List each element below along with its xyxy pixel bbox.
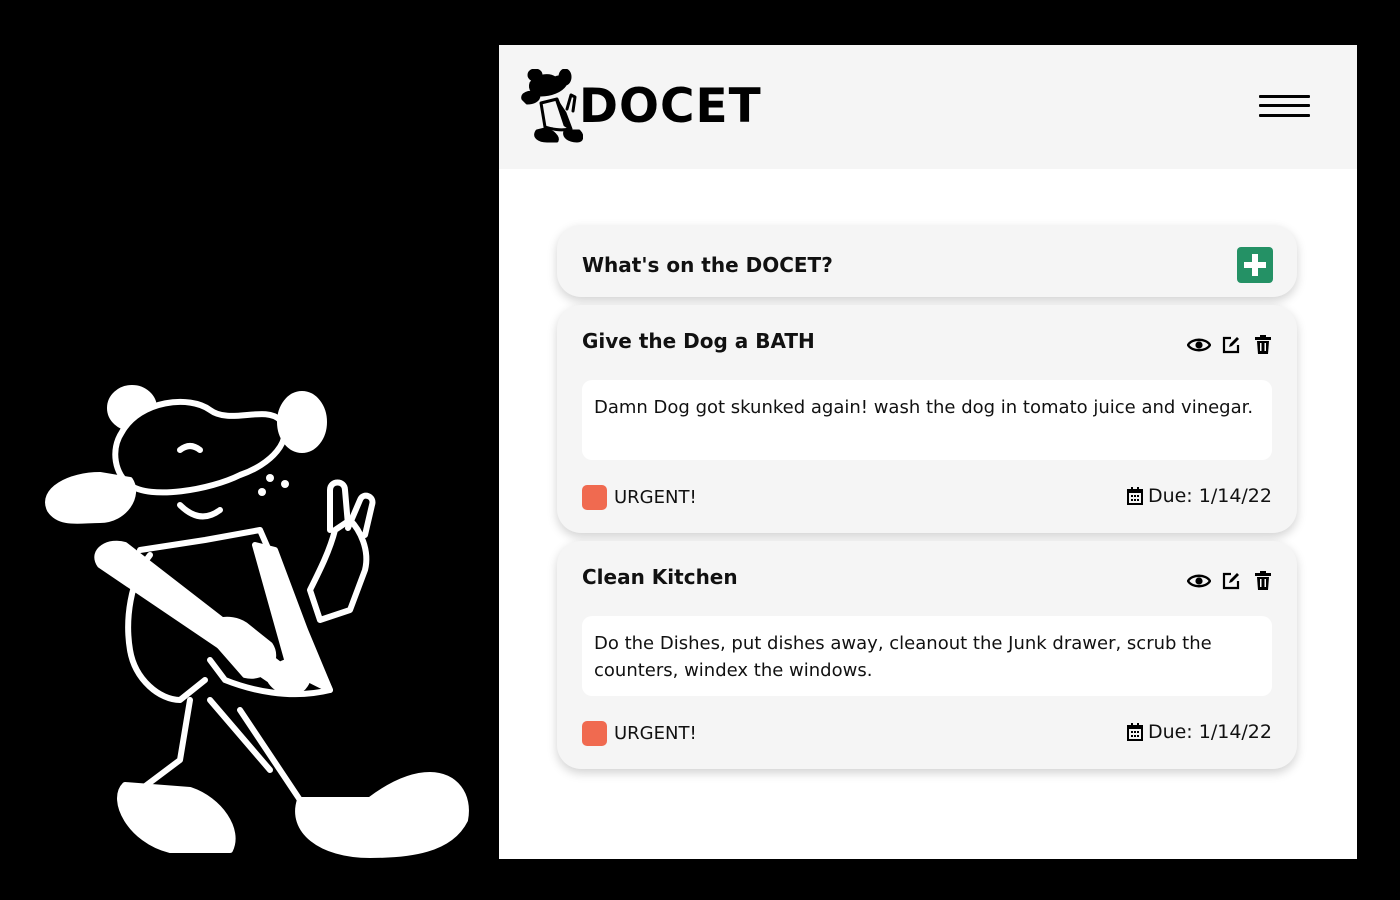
menu-bar-line: [1259, 95, 1310, 98]
task-actions: [1187, 333, 1275, 357]
task-description: Do the Dishes, put dishes away, cleanout…: [582, 616, 1272, 696]
dog-mascot-illustration: [45, 385, 469, 858]
page-title: What's on the DOCET?: [582, 253, 833, 277]
top-bar: DOCET: [499, 45, 1357, 169]
due-date: Due: 1/14/22: [1126, 721, 1272, 743]
hamburger-menu-icon[interactable]: [1259, 94, 1311, 120]
priority-indicator: URGENT!: [582, 721, 697, 746]
trash-icon[interactable]: [1251, 333, 1275, 357]
eye-icon[interactable]: [1187, 569, 1211, 593]
priority-color-swatch: [582, 485, 607, 510]
menu-bar-line: [1259, 114, 1310, 117]
task-description: Damn Dog got skunked again! wash the dog…: [582, 380, 1272, 460]
add-task-button[interactable]: [1237, 247, 1273, 283]
task-title: Give the Dog a BATH: [582, 329, 815, 353]
task-actions: [1187, 569, 1275, 593]
app-logo[interactable]: DOCET: [521, 67, 762, 145]
menu-bar-line: [1259, 104, 1310, 107]
priority-label: URGENT!: [614, 487, 697, 508]
app-window: DOCET What's on the DOCET? Give the Dog …: [499, 45, 1357, 859]
eye-icon[interactable]: [1187, 333, 1211, 357]
task-card: Clean Kitchen Do the Dishes, put dishes …: [557, 541, 1297, 769]
dog-logo-icon: [521, 69, 583, 143]
calendar-icon: [1126, 487, 1143, 505]
due-date-text: Due: 1/14/22: [1147, 721, 1272, 743]
priority-indicator: URGENT!: [582, 485, 697, 510]
app-logo-text: DOCET: [579, 78, 762, 134]
edit-icon[interactable]: [1219, 569, 1243, 593]
task-title: Clean Kitchen: [582, 565, 738, 589]
due-date-text: Due: 1/14/22: [1147, 485, 1272, 507]
edit-icon[interactable]: [1219, 333, 1243, 357]
trash-icon[interactable]: [1251, 569, 1275, 593]
docet-header-card: What's on the DOCET?: [557, 225, 1297, 297]
priority-color-swatch: [582, 721, 607, 746]
due-date: Due: 1/14/22: [1126, 485, 1272, 507]
priority-label: URGENT!: [614, 723, 697, 744]
task-card: Give the Dog a BATH Damn Dog got skunked…: [557, 305, 1297, 533]
calendar-icon: [1126, 723, 1143, 741]
